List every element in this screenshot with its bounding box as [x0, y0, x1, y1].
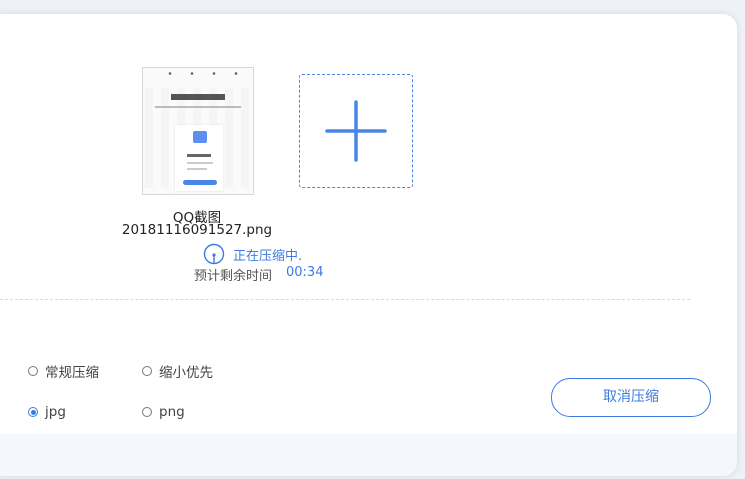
divider	[0, 299, 690, 300]
add-file-button[interactable]	[299, 74, 413, 188]
radio-icon[interactable]	[28, 366, 38, 376]
file-thumbnail[interactable]	[142, 67, 254, 195]
radio-icon[interactable]	[142, 407, 152, 417]
remaining-time-label: 预计剩余时间	[194, 269, 273, 284]
radio-checked-icon[interactable]	[28, 407, 38, 417]
remaining-time-value: 00:34	[286, 265, 324, 280]
plus-icon	[325, 100, 387, 162]
compress-panel: QQ截图 20181116091527.png 正在压缩中. 预计剩余时间 00…	[0, 14, 737, 476]
loading-icon	[203, 243, 225, 265]
radio-icon[interactable]	[142, 366, 152, 376]
cancel-compress-button[interactable]: 取消压缩	[551, 378, 711, 417]
image-icon	[193, 131, 207, 143]
option-size-priority[interactable]: 缩小优先	[142, 361, 213, 381]
footer-strip	[0, 434, 737, 476]
compress-status: 正在压缩中.	[233, 249, 303, 264]
option-format-png[interactable]: png	[142, 404, 185, 420]
option-format-jpg[interactable]: jpg	[28, 404, 66, 420]
option-normal-compress[interactable]: 常规压缩	[28, 361, 99, 381]
file-name-line2: 20181116091527.png	[121, 222, 273, 238]
